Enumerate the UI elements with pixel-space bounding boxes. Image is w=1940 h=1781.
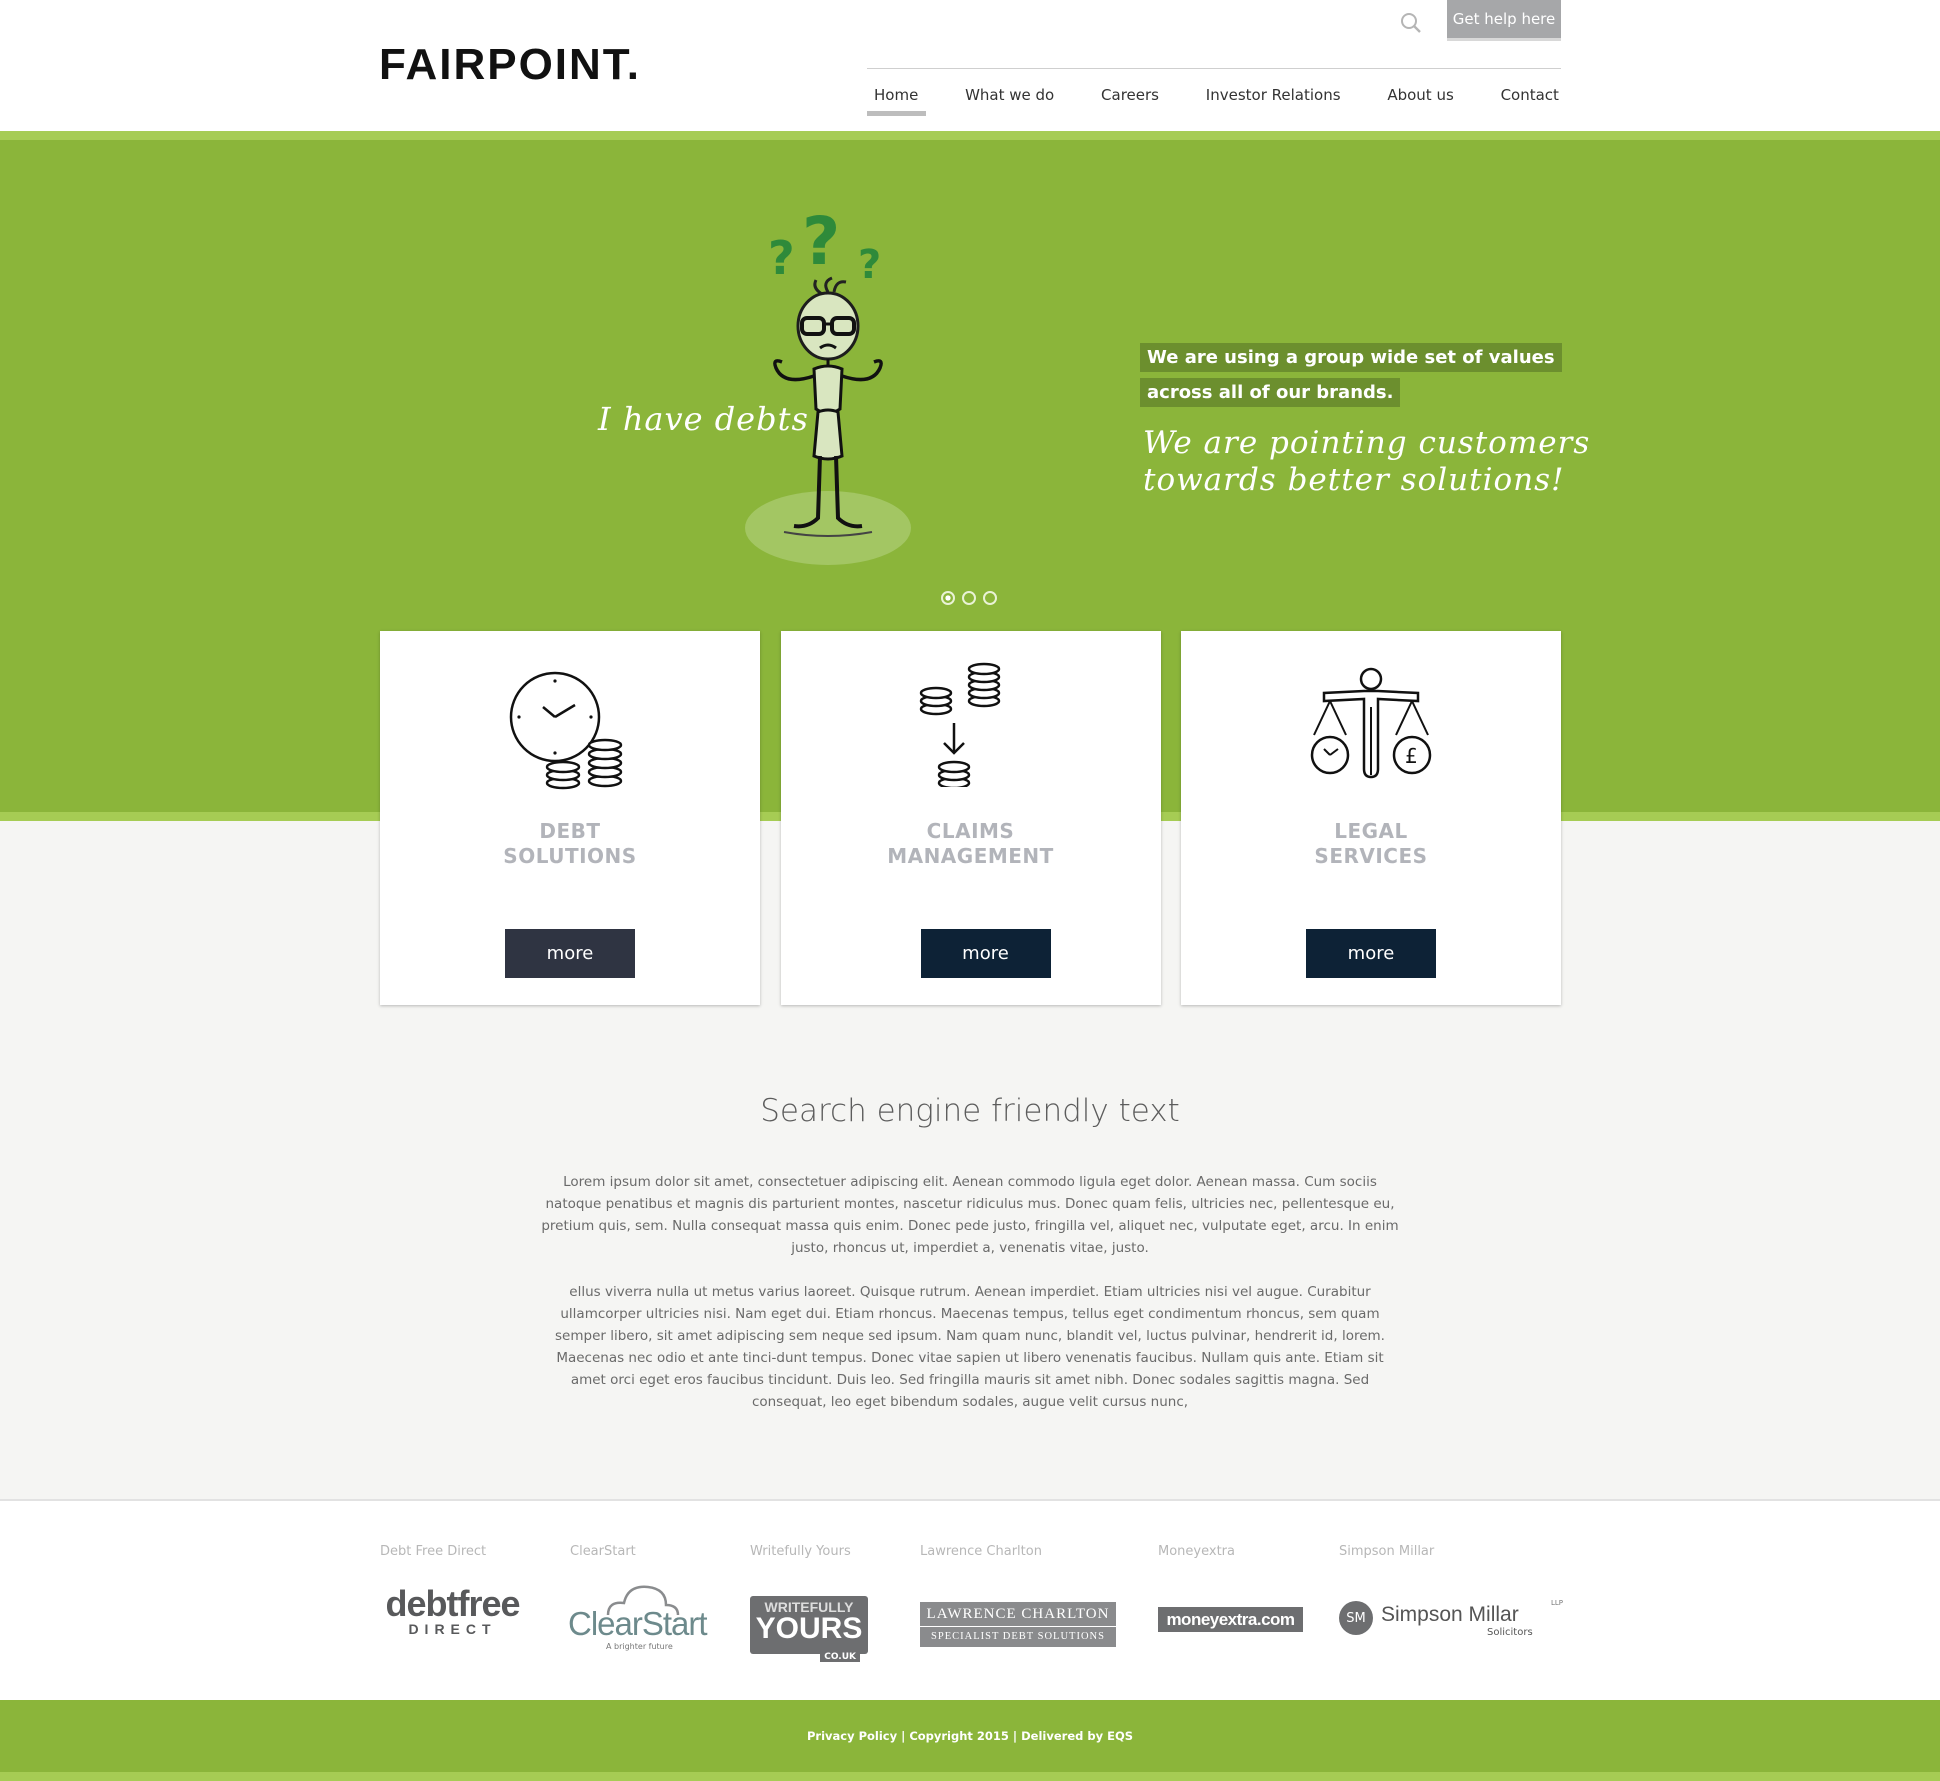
simpson-logo-main: Simpson Millar xyxy=(1381,1603,1519,1626)
hero-top-band xyxy=(0,131,1940,140)
clock-coins-icon xyxy=(380,661,760,791)
slider-dot-2[interactable] xyxy=(962,591,976,605)
card-legal-services: £ LEGAL SERVICES more xyxy=(1181,631,1561,1005)
brand-label-writefully-yours[interactable]: Writefully Yours xyxy=(750,1544,851,1559)
hero-handwriting-left: I have debts xyxy=(598,400,809,438)
card-debt-solutions: DEBT SOLUTIONS more xyxy=(380,631,760,1005)
get-help-button[interactable]: Get help here xyxy=(1447,0,1561,41)
writefully-logo-sub: CO.UK xyxy=(820,1652,860,1662)
coins-transfer-icon xyxy=(781,657,1161,787)
brand-label-moneyextra[interactable]: Moneyextra xyxy=(1158,1544,1235,1559)
scales-icon: £ xyxy=(1181,667,1561,797)
debtfree-direct-logo[interactable]: debtfree DIRECT xyxy=(380,1583,525,1638)
seo-paragraph-2: ellus viverra nulla ut metus varius laor… xyxy=(555,1284,1385,1410)
brand-label-clearstart[interactable]: ClearStart xyxy=(570,1544,636,1559)
nav-item-about-us[interactable]: About us xyxy=(1380,83,1461,116)
moneyextra-logo[interactable]: moneyextra.com xyxy=(1158,1607,1303,1632)
brand-label-simpson-millar[interactable]: Simpson Millar xyxy=(1339,1544,1434,1559)
more-button-claims-management[interactable]: more xyxy=(920,929,1051,978)
debtfree-logo-main: debtfree xyxy=(385,1583,520,1624)
site-footer: Privacy Policy | Copyright 2015 | Delive… xyxy=(0,1700,1940,1772)
main-nav: Home What we do Careers Investor Relatio… xyxy=(867,83,1561,116)
service-cards: DEBT SOLUTIONS more CLAIMS MANAGEMENT mo… xyxy=(380,631,1561,1005)
clearstart-logo[interactable]: ClearStart A brighter future xyxy=(568,1579,708,1651)
svg-text:£: £ xyxy=(1405,744,1418,768)
card-claims-management: CLAIMS MANAGEMENT more xyxy=(780,631,1161,1005)
simpson-logo-sup: LLP xyxy=(1551,1599,1564,1607)
clearstart-logo-sub: A brighter future xyxy=(606,1642,673,1651)
slider-dot-3[interactable] xyxy=(983,591,997,605)
lawrence-logo-sub: SPECIALIST DEBT SOLUTIONS xyxy=(931,1631,1105,1642)
writefully-logo-main: YOURS xyxy=(755,1612,863,1645)
hero-tagline-line-1: We are using a group wide set of values xyxy=(1140,343,1562,372)
footer-links[interactable]: Privacy Policy | Copyright 2015 | Delive… xyxy=(807,1729,1133,1743)
card-title-line-1: LEGAL xyxy=(1334,819,1408,843)
svg-text:?: ? xyxy=(802,203,840,280)
nav-item-contact[interactable]: Contact xyxy=(1494,83,1561,116)
slider-dot-1[interactable] xyxy=(941,591,955,605)
more-button-legal-services[interactable]: more xyxy=(1306,929,1436,978)
simpson-logo-sub: Solicitors xyxy=(1487,1627,1533,1638)
nav-item-home[interactable]: Home xyxy=(867,83,927,116)
card-title-line-2: SOLUTIONS xyxy=(503,844,637,868)
card-title: LEGAL SERVICES xyxy=(1181,819,1561,869)
slider-dots xyxy=(941,591,997,605)
more-button-debt-solutions[interactable]: more xyxy=(505,929,635,978)
simpson-millar-logo[interactable]: SM Simpson Millar LLP Solicitors xyxy=(1339,1599,1564,1639)
hero-handwriting-right: We are pointing customers towards better… xyxy=(1143,425,1590,499)
card-title-line-2: SERVICES xyxy=(1314,844,1428,868)
simpson-millar-mark: SM xyxy=(1339,1601,1373,1635)
hero-tagline-line-2: across all of our brands. xyxy=(1140,378,1401,407)
svg-text:?: ? xyxy=(858,242,881,288)
nav-item-careers[interactable]: Careers xyxy=(1094,83,1167,116)
svg-text:?: ? xyxy=(768,231,795,285)
seo-paragraph-1: Lorem ipsum dolor sit amet, consectetuer… xyxy=(541,1174,1399,1256)
nav-item-what-we-do[interactable]: What we do xyxy=(958,83,1062,116)
brands-strip: Debt Free Direct debtfree DIRECT ClearSt… xyxy=(0,1499,1940,1700)
lawrence-logo-main: LAWRENCE CHARLTON xyxy=(920,1602,1116,1627)
fairpoint-logo[interactable]: FAIRPOINT. xyxy=(379,40,641,90)
site-header: FAIRPOINT. Get help here Home What we do… xyxy=(0,0,1940,131)
search-icon[interactable] xyxy=(1400,12,1422,34)
lawrence-charlton-logo[interactable]: LAWRENCE CHARLTON SPECIALIST DEBT SOLUTI… xyxy=(920,1602,1116,1647)
brand-label-debt-free-direct[interactable]: Debt Free Direct xyxy=(380,1544,486,1559)
seo-title: Search engine friendly text xyxy=(760,1093,1180,1129)
card-title-line-2: MANAGEMENT xyxy=(887,844,1054,868)
card-title: CLAIMS MANAGEMENT xyxy=(781,819,1161,869)
brand-label-lawrence-charlton[interactable]: Lawrence Charlton xyxy=(920,1544,1042,1559)
nav-divider xyxy=(867,68,1561,69)
nav-item-investor-relations[interactable]: Investor Relations xyxy=(1199,83,1349,116)
hero-handwriting-right-line-2: towards better solutions! xyxy=(1143,462,1565,498)
footer-bottom-band xyxy=(0,1772,1940,1781)
card-title-line-1: CLAIMS xyxy=(926,819,1015,843)
card-title-line-1: DEBT xyxy=(539,819,601,843)
card-title: DEBT SOLUTIONS xyxy=(380,819,760,869)
hero-handwriting-right-line-1: We are pointing customers xyxy=(1143,425,1591,461)
writefully-yours-logo[interactable]: WRITEFULLY YOURS CO.UK xyxy=(750,1596,868,1662)
clearstart-logo-main: ClearStart xyxy=(568,1605,708,1642)
confused-stick-figure-illustration: ? ? ? xyxy=(745,203,911,565)
